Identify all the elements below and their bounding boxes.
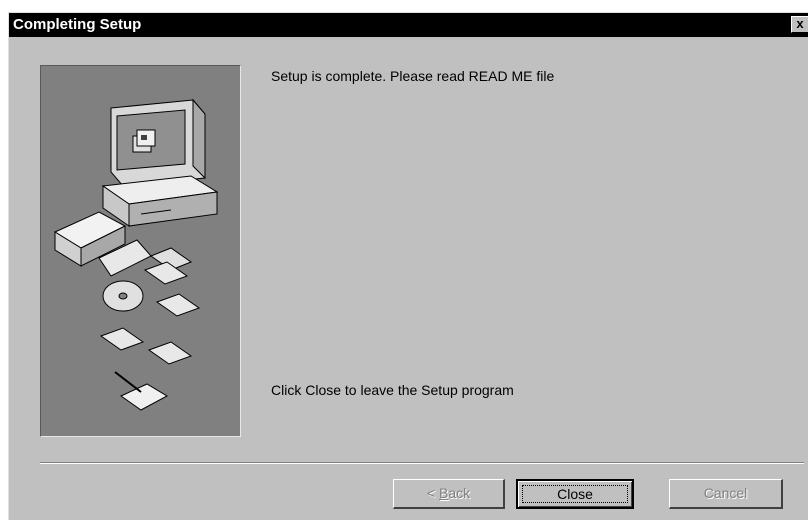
window-title: Completing Setup xyxy=(13,16,142,33)
cancel-button[interactable]: Cancel xyxy=(669,479,783,509)
close-instruction-message: Click Close to leave the Setup program xyxy=(271,382,514,398)
close-button[interactable]: Close xyxy=(516,479,634,509)
document-with-pen-icon xyxy=(114,371,169,411)
back-button-prefix: < xyxy=(426,485,439,501)
system-unit-icon xyxy=(101,175,219,227)
button-separator xyxy=(40,462,804,464)
setup-illustration-graphic xyxy=(53,98,219,411)
title-bar[interactable]: Completing Setup x xyxy=(9,13,808,37)
back-button-label: ack xyxy=(448,485,471,501)
focus-rectangle xyxy=(522,485,628,503)
setup-illustration xyxy=(40,65,241,437)
cancel-button-label: Cancel xyxy=(703,485,748,501)
setup-complete-message: Setup is complete. Please read READ ME f… xyxy=(271,68,555,84)
monitor-icon xyxy=(110,98,206,187)
setup-dialog: Completing Setup x Setup is complete. Pl… xyxy=(8,12,808,520)
close-window-icon[interactable]: x xyxy=(791,16,808,33)
cd-rom-icon xyxy=(102,280,144,312)
back-button[interactable]: < Back xyxy=(393,479,505,509)
back-button-accelerator: B xyxy=(438,485,449,501)
